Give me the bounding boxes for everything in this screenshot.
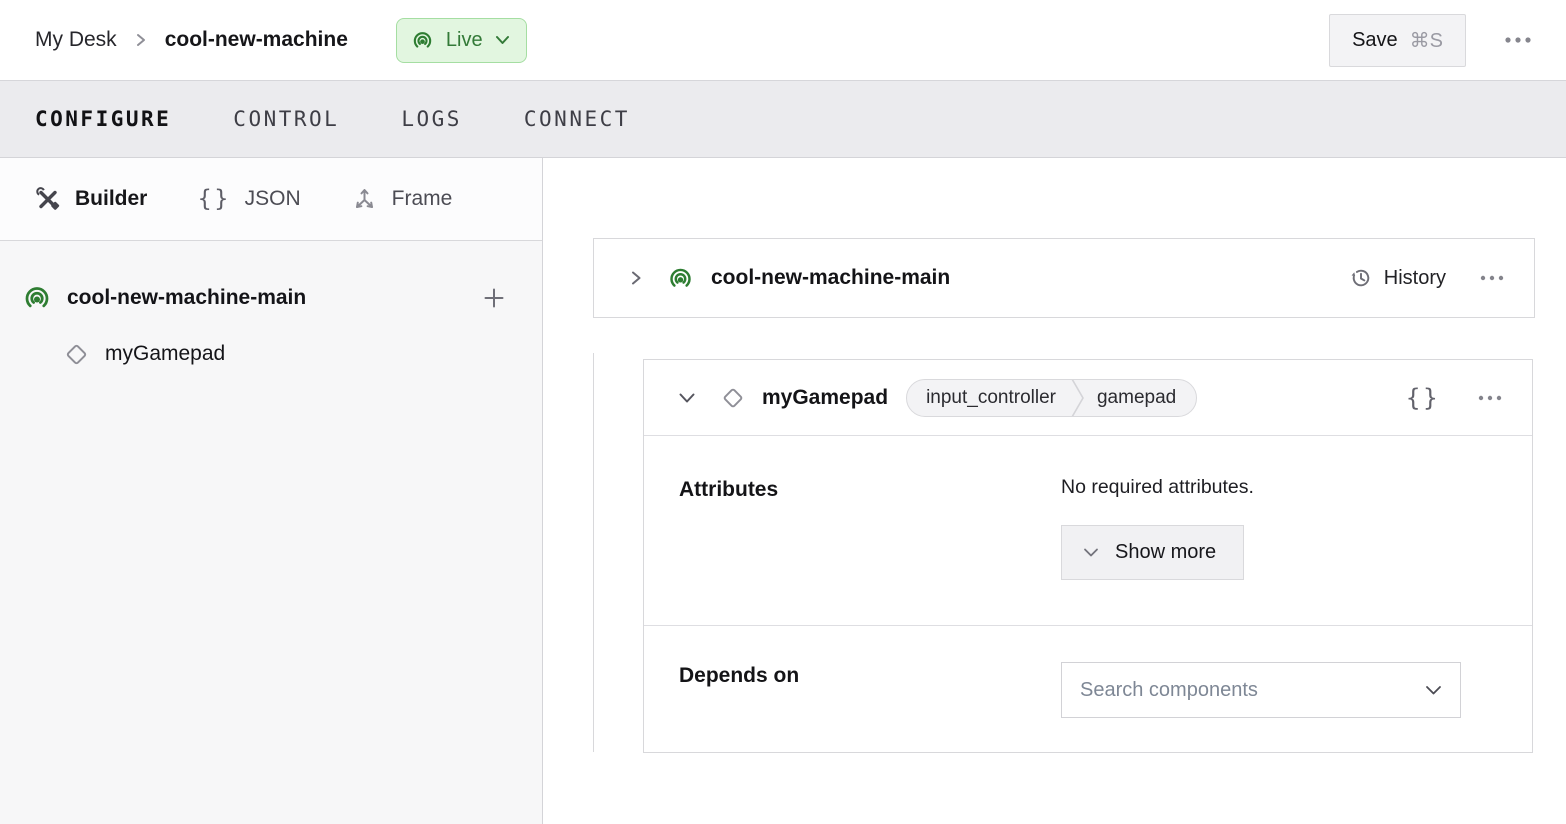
depends-on-select[interactable]: Search components: [1061, 662, 1461, 718]
view-builder-label: Builder: [75, 187, 147, 211]
ellipsis-icon: [1480, 275, 1504, 281]
breadcrumb-parent[interactable]: My Desk: [35, 28, 117, 52]
broadcast-icon: [22, 283, 52, 313]
tab-configure[interactable]: CONFIGURE: [35, 101, 171, 137]
chip-type-label: input_controller: [907, 380, 1071, 416]
tree-machine-label: cool-new-machine-main: [67, 286, 306, 310]
machine-card-title: cool-new-machine-main: [711, 266, 950, 290]
tree-item-machine[interactable]: cool-new-machine-main: [0, 270, 542, 326]
component-type-chip: input_controller gamepad: [906, 379, 1197, 417]
component-card-menu-button[interactable]: [1474, 391, 1506, 405]
view-json-button[interactable]: {} JSON: [197, 186, 300, 212]
chevron-right-icon: [628, 270, 644, 286]
depends-on-section: Depends on Search components: [644, 626, 1532, 752]
attributes-section: Attributes No required attributes. Show …: [644, 436, 1532, 626]
tools-icon: [35, 186, 61, 212]
chip-divider-chevron-icon: [1071, 380, 1084, 416]
component-tree: cool-new-machine-main myGamepad: [0, 241, 542, 382]
app-header: My Desk cool-new-machine Live Save ⌘S: [0, 0, 1566, 81]
braces-icon: {}: [197, 186, 230, 212]
broadcast-icon: [411, 29, 434, 52]
tree-connector-line: [593, 353, 594, 752]
show-more-label: Show more: [1115, 541, 1216, 564]
chevron-down-icon: [678, 392, 696, 404]
chevron-down-icon: [1083, 547, 1099, 558]
tree-component-label: myGamepad: [105, 342, 225, 366]
tab-logs[interactable]: LOGS: [401, 101, 462, 137]
component-card-title: myGamepad: [762, 386, 888, 410]
tab-connect[interactable]: CONNECT: [524, 101, 630, 137]
braces-icon: {}: [1405, 384, 1440, 412]
chevron-right-icon: [134, 33, 148, 47]
view-frame-label: Frame: [392, 187, 453, 211]
chevron-down-icon: [1425, 685, 1442, 696]
save-shortcut: ⌘S: [1410, 28, 1443, 53]
collapse-component-card-button[interactable]: [674, 388, 700, 408]
diamond-icon: [720, 385, 746, 411]
diamond-icon: [63, 341, 90, 368]
plus-icon: [482, 286, 506, 310]
header-overflow-menu-button[interactable]: [1500, 32, 1536, 48]
tab-control[interactable]: CONTROL: [233, 101, 339, 137]
component-card-header: myGamepad input_controller gamepad {}: [644, 360, 1532, 436]
view-builder-button[interactable]: Builder: [35, 186, 147, 212]
live-label: Live: [446, 29, 483, 52]
save-button-label: Save: [1352, 29, 1398, 52]
history-icon: [1349, 266, 1373, 290]
history-button[interactable]: History: [1349, 266, 1446, 290]
save-button[interactable]: Save ⌘S: [1329, 14, 1466, 67]
main-tab-bar: CONFIGURE CONTROL LOGS CONNECT: [0, 81, 1566, 158]
add-component-button[interactable]: [478, 282, 510, 314]
component-json-button[interactable]: {}: [1401, 380, 1444, 416]
expand-machine-card-button[interactable]: [624, 266, 648, 290]
component-card: myGamepad input_controller gamepad {}: [643, 359, 1533, 753]
machine-card-menu-button[interactable]: [1476, 271, 1508, 285]
configure-main-pane: cool-new-machine-main History: [543, 158, 1566, 824]
chevron-down-icon: [495, 35, 510, 45]
depends-on-label: Depends on: [679, 662, 1061, 720]
broadcast-icon: [667, 265, 694, 292]
configure-sidebar: Builder {} JSON Frame: [0, 158, 543, 824]
show-more-button[interactable]: Show more: [1061, 525, 1244, 580]
view-switcher: Builder {} JSON Frame: [0, 158, 542, 241]
depends-on-placeholder: Search components: [1080, 679, 1258, 702]
attributes-label: Attributes: [679, 476, 1061, 593]
ellipsis-icon: [1478, 395, 1502, 401]
live-status-badge[interactable]: Live: [396, 18, 527, 63]
chip-model-label: gamepad: [1084, 380, 1196, 416]
breadcrumb-current: cool-new-machine: [165, 28, 348, 52]
view-json-label: JSON: [245, 187, 301, 211]
attributes-empty-text: No required attributes.: [1061, 476, 1506, 499]
axes-icon: [351, 186, 378, 213]
history-label: History: [1384, 267, 1446, 290]
tree-item-component[interactable]: myGamepad: [0, 326, 542, 382]
machine-part-card: cool-new-machine-main History: [593, 238, 1535, 318]
ellipsis-icon: [1504, 36, 1532, 44]
breadcrumb: My Desk cool-new-machine: [35, 28, 348, 52]
view-frame-button[interactable]: Frame: [351, 186, 453, 213]
